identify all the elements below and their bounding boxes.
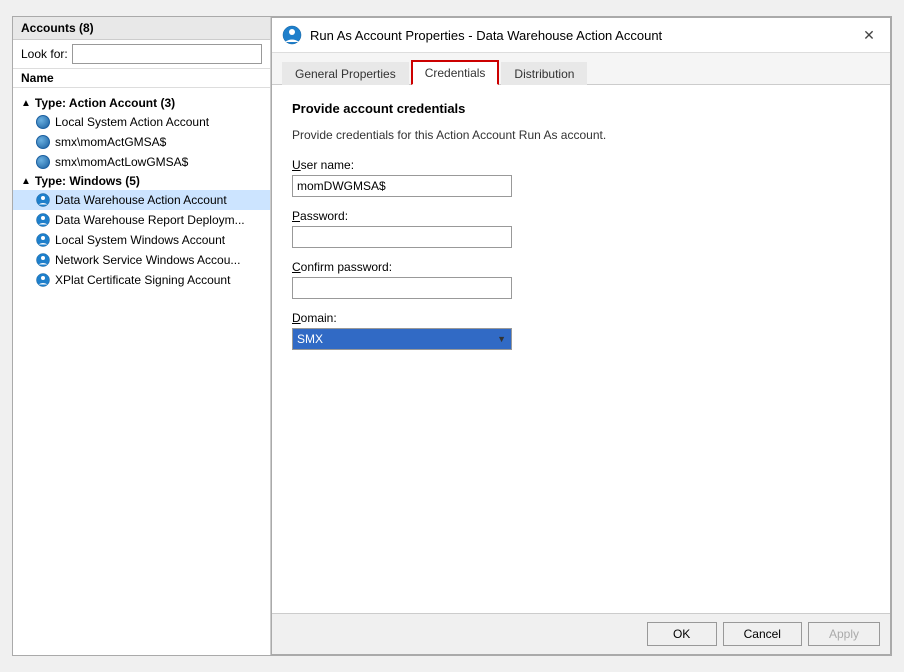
look-for-input[interactable]	[72, 44, 262, 64]
cancel-button[interactable]: Cancel	[723, 622, 802, 646]
look-for-row: Look for:	[13, 40, 270, 69]
col-name-header: Name	[13, 69, 270, 88]
item-label: Data Warehouse Report Deploym...	[55, 213, 245, 227]
domain-label: Domain:	[292, 311, 870, 325]
look-for-label: Look for:	[21, 47, 68, 61]
list-item[interactable]: Data Warehouse Action Account	[13, 190, 270, 210]
password-group: Password:	[292, 209, 870, 248]
tree-area: ▲ Type: Action Account (3) Local System …	[13, 90, 270, 655]
confirm-password-input[interactable]	[292, 277, 512, 299]
domain-group: Domain: SMX	[292, 311, 870, 350]
tab-general-properties[interactable]: General Properties	[282, 62, 409, 85]
windows-account-icon	[35, 212, 51, 228]
list-item[interactable]: smx\momActGMSA$	[13, 132, 270, 152]
windows-account-icon	[35, 272, 51, 288]
dialog: Run As Account Properties - Data Warehou…	[271, 17, 891, 655]
list-item[interactable]: Network Service Windows Accou...	[13, 250, 270, 270]
dialog-content: Provide account credentials Provide cred…	[272, 85, 890, 613]
dialog-title-text: Run As Account Properties - Data Warehou…	[310, 28, 850, 43]
globe-icon	[35, 154, 51, 170]
group-windows-label: Type: Windows (5)	[35, 174, 140, 188]
description-text: Provide credentials for this Action Acco…	[292, 128, 870, 142]
item-label: Network Service Windows Accou...	[55, 253, 240, 267]
item-label: smx\momActGMSA$	[55, 135, 166, 149]
group-action-label: Type: Action Account (3)	[35, 96, 175, 110]
domain-select[interactable]: SMX	[292, 328, 512, 350]
domain-select-wrapper: SMX	[292, 328, 512, 350]
left-panel: Accounts (8) Look for: Name ▲ Type: Acti…	[13, 17, 271, 655]
item-label: smx\momActLowGMSA$	[55, 155, 188, 169]
confirm-password-label: Confirm password:	[292, 260, 870, 274]
windows-account-icon	[35, 192, 51, 208]
confirm-password-group: Confirm password:	[292, 260, 870, 299]
list-item[interactable]: Data Warehouse Report Deploym...	[13, 210, 270, 230]
group-windows[interactable]: ▲ Type: Windows (5)	[13, 172, 270, 190]
section-title: Provide account credentials	[292, 101, 870, 116]
apply-button[interactable]: Apply	[808, 622, 880, 646]
accounts-header: Accounts (8)	[13, 17, 270, 40]
close-button[interactable]: ✕	[858, 24, 880, 46]
username-group: User name:	[292, 158, 870, 197]
item-label: Data Warehouse Action Account	[55, 193, 227, 207]
username-label: User name:	[292, 158, 870, 172]
password-input[interactable]	[292, 226, 512, 248]
globe-icon	[35, 114, 51, 130]
tab-distribution[interactable]: Distribution	[501, 62, 587, 85]
dialog-titlebar: Run As Account Properties - Data Warehou…	[272, 18, 890, 53]
list-item[interactable]: smx\momActLowGMSA$	[13, 152, 270, 172]
tab-bar: General Properties Credentials Distribut…	[272, 53, 890, 85]
collapse-triangle: ▲	[21, 98, 31, 109]
tab-credentials[interactable]: Credentials	[411, 60, 500, 85]
item-label: Local System Windows Account	[55, 233, 225, 247]
item-label: Local System Action Account	[55, 115, 209, 129]
collapse-triangle: ▲	[21, 176, 31, 187]
main-container: Accounts (8) Look for: Name ▲ Type: Acti…	[12, 16, 892, 656]
list-item[interactable]: Local System Windows Account	[13, 230, 270, 250]
password-label: Password:	[292, 209, 870, 223]
windows-account-icon	[35, 232, 51, 248]
username-input[interactable]	[292, 175, 512, 197]
ok-button[interactable]: OK	[647, 622, 717, 646]
globe-icon	[35, 134, 51, 150]
dialog-footer: OK Cancel Apply	[272, 613, 890, 654]
windows-account-icon	[35, 252, 51, 268]
list-item[interactable]: Local System Action Account	[13, 112, 270, 132]
group-action-account[interactable]: ▲ Type: Action Account (3)	[13, 94, 270, 112]
list-item[interactable]: XPlat Certificate Signing Account	[13, 270, 270, 290]
item-label: XPlat Certificate Signing Account	[55, 273, 230, 287]
dialog-title-icon	[282, 25, 302, 45]
